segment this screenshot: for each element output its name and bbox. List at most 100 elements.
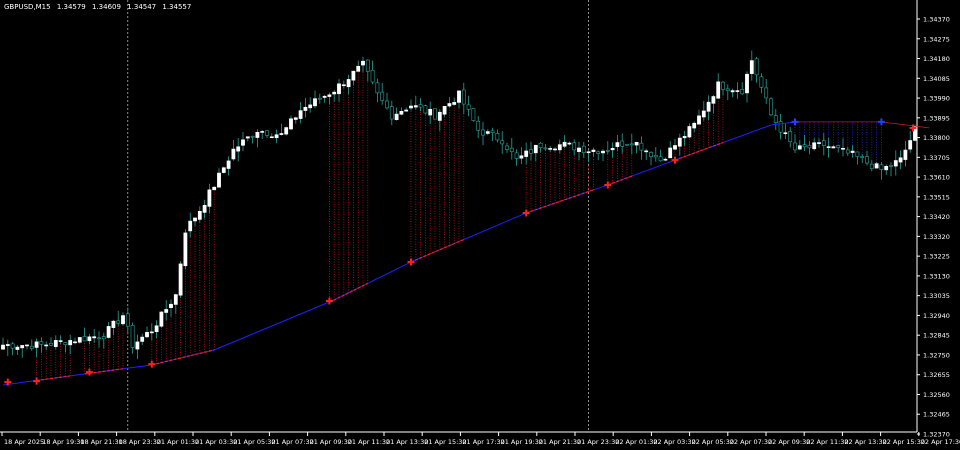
open-value: 1.34579 xyxy=(56,3,86,11)
bull-candle xyxy=(1,344,5,350)
price-tick-label: 1.32845 xyxy=(923,332,950,340)
bull-candle xyxy=(361,60,365,66)
bull-candle xyxy=(553,148,557,151)
bull-candle xyxy=(457,90,461,103)
bull-candle xyxy=(850,150,855,153)
bear-candle xyxy=(471,108,476,121)
bear-candle xyxy=(505,145,509,150)
chart-window[interactable]: 1.34370 1.34275 1.34180 1.34085 1.33990 1.338… xyxy=(0,0,960,450)
bear-candle xyxy=(889,165,893,167)
bull-candle xyxy=(615,142,620,147)
bull-candle xyxy=(34,341,39,348)
bull-candle xyxy=(601,150,605,154)
bear-candle xyxy=(476,120,481,131)
red-signal-marker xyxy=(604,181,612,189)
bull-candle xyxy=(303,106,308,111)
bull-candle xyxy=(20,345,25,349)
bull-candle xyxy=(260,131,265,133)
bear-candle xyxy=(845,149,850,154)
bear-candle xyxy=(773,115,778,123)
bull-candle xyxy=(202,204,207,213)
price-tick-label: 1.32940 xyxy=(923,312,950,320)
bull-candle xyxy=(337,83,341,95)
bull-candle xyxy=(749,60,754,74)
price-tick-label: 1.33130 xyxy=(923,272,950,280)
bull-candle xyxy=(298,110,303,119)
bear-candle xyxy=(754,58,759,76)
time-tick-label: 22 Apr 03:30 xyxy=(653,438,695,446)
bull-candle xyxy=(562,141,567,147)
bull-candle xyxy=(697,115,701,125)
bull-candle xyxy=(903,149,908,160)
bull-candle xyxy=(428,108,433,116)
bull-candle xyxy=(274,134,279,139)
bull-candle xyxy=(668,147,673,159)
bear-candle xyxy=(461,89,466,105)
time-tick-label: 18 Apr 21:30 xyxy=(80,438,122,446)
bull-candle xyxy=(663,158,668,161)
bear-candle xyxy=(49,343,53,346)
time-tick-label: 21 Apr 17:30 xyxy=(462,438,504,446)
bull-candle xyxy=(183,232,188,267)
bull-candle xyxy=(673,145,677,150)
bear-candle xyxy=(625,144,629,146)
bear-candle xyxy=(725,88,730,91)
bull-candle xyxy=(164,309,169,313)
moving-average-line xyxy=(2,121,796,386)
bull-candle xyxy=(44,344,49,347)
bull-candle xyxy=(207,189,212,207)
bear-candle xyxy=(764,87,769,99)
price-tick-label: 1.32465 xyxy=(923,411,950,419)
bull-candle xyxy=(92,336,97,339)
bear-candle xyxy=(653,155,658,158)
bull-candle xyxy=(557,144,562,151)
price-tick-label: 1.33225 xyxy=(923,253,950,261)
bull-candle xyxy=(586,151,591,154)
bull-candle xyxy=(826,146,831,148)
bull-candle xyxy=(716,81,721,99)
bull-candle xyxy=(898,157,903,163)
bull-candle xyxy=(908,140,913,150)
bear-candle xyxy=(29,345,34,349)
bull-candle xyxy=(812,142,817,150)
bear-candle xyxy=(581,145,586,153)
bear-candle xyxy=(538,142,543,149)
bear-candle xyxy=(365,59,370,72)
bear-candle xyxy=(658,156,663,162)
bull-candle xyxy=(610,148,615,151)
high-value: 1.34609 xyxy=(92,3,121,11)
bull-candle xyxy=(322,95,327,98)
time-tick-label: 21 Apr 23:30 xyxy=(577,438,619,446)
bear-candle xyxy=(39,341,44,345)
bull-candle xyxy=(111,320,116,328)
bear-candle xyxy=(385,100,389,109)
red-signal-marker xyxy=(85,368,93,376)
time-tick-label: 21 Apr 03:30 xyxy=(195,438,237,446)
price-tick-label: 1.33420 xyxy=(923,213,950,221)
bull-candle xyxy=(404,109,409,112)
bull-candle xyxy=(145,332,149,338)
bull-candle xyxy=(533,144,538,154)
bear-candle xyxy=(380,91,385,101)
bear-candle xyxy=(495,133,500,141)
bear-candle xyxy=(721,81,725,90)
bull-candle xyxy=(159,311,164,327)
bull-candle xyxy=(87,336,92,342)
bear-candle xyxy=(629,143,634,146)
bull-candle xyxy=(236,146,241,152)
bear-candle xyxy=(529,149,533,154)
bull-candle xyxy=(289,118,293,130)
bear-candle xyxy=(605,149,610,152)
bear-candle xyxy=(865,156,869,164)
bull-candle xyxy=(817,142,821,144)
red-signal-marker xyxy=(33,377,41,385)
bear-candle xyxy=(788,131,793,142)
bull-candle xyxy=(591,149,596,152)
price-tick-label: 1.33035 xyxy=(923,292,950,300)
bull-candle xyxy=(293,117,298,120)
bull-candle xyxy=(682,136,687,139)
price-chart[interactable]: 1.34370 1.34275 1.34180 1.34085 1.33990 1.338… xyxy=(0,0,960,450)
bear-candle xyxy=(265,130,269,136)
bear-candle xyxy=(509,147,514,152)
bull-candle xyxy=(711,96,716,104)
